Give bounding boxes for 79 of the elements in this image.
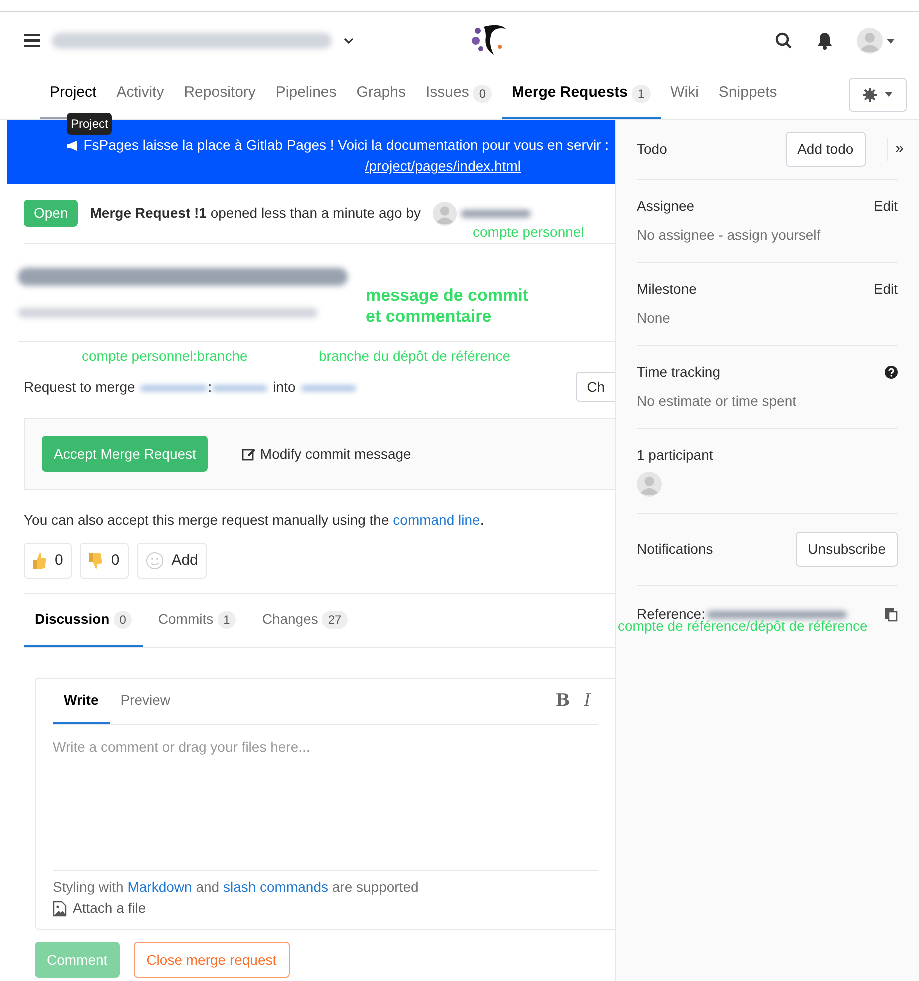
add-todo-button[interactable]: Add todo (786, 132, 866, 167)
edit-icon (242, 447, 256, 461)
tooltip: Project (67, 113, 112, 135)
caret-icon (885, 92, 893, 97)
blurred-text (141, 386, 208, 391)
copy-icon[interactable] (885, 608, 898, 622)
image-file-icon (53, 900, 67, 916)
gear-icon (863, 88, 877, 102)
nav-tab[interactable]: Snippets (708, 70, 788, 119)
unsubscribe-button[interactable]: Unsubscribe (796, 532, 898, 567)
editor-tab[interactable]: Preview (110, 679, 182, 724)
blurred-text (213, 386, 268, 391)
count-badge: 1 (218, 610, 236, 628)
nav-tab[interactable]: Pipelines (266, 70, 347, 119)
annotation: message de commit et commentaire (366, 285, 529, 328)
merge-request-meta: Merge Request !1 opened less than a minute ago by (90, 204, 421, 223)
settings-button[interactable] (849, 78, 907, 112)
award-button[interactable]: 0 (80, 543, 129, 579)
help-icon[interactable] (885, 366, 898, 379)
count-badge: 27 (322, 610, 348, 628)
merge-text: Request to merge (24, 378, 136, 397)
blurred-text (302, 386, 356, 391)
count-badge: 0 (473, 84, 492, 102)
avatar-icon (433, 202, 457, 226)
merge-text: into (273, 378, 296, 397)
status-badge: Open (24, 200, 78, 227)
attach-file-button[interactable]: Attach a file (53, 898, 146, 919)
bell-icon[interactable] (817, 32, 833, 50)
menu-icon[interactable] (24, 34, 40, 48)
edit-link[interactable]: Edit (874, 279, 898, 300)
nav-tab[interactable]: Graphs (346, 70, 416, 119)
sidebar-label: Assignee (637, 197, 695, 216)
award-button[interactable]: Add (136, 543, 208, 579)
caret-icon[interactable] (887, 38, 895, 44)
manual-merge-note: You can also accept this merge request manually using the command line. (24, 511, 486, 530)
nav-tab[interactable]: Wiki (660, 70, 709, 119)
thumbs-up-icon (33, 552, 47, 570)
help-link[interactable]: Markdown (128, 879, 192, 895)
sidebar-value: None (637, 309, 672, 328)
sidebar-label: Milestone (637, 280, 697, 299)
award-button[interactable]: 0 (24, 543, 72, 579)
thumbs-down-icon (89, 552, 104, 570)
merge-request-tab[interactable]: Discussion 0 (24, 594, 144, 647)
modify-commit-link[interactable]: Modify commit message (242, 444, 412, 464)
banner-text: FsPages laisse la place à Gitlab Pages ! Voici la documentation pour vous en servir : (84, 136, 609, 155)
count-badge: 0 (114, 610, 132, 628)
caret-icon[interactable] (344, 38, 354, 44)
edit-link[interactable]: Edit (874, 196, 898, 217)
editor-tab[interactable]: Write (53, 679, 110, 724)
help-link[interactable]: slash commands (223, 879, 328, 895)
sidebar-value: No estimate or time spent (637, 392, 798, 411)
nav-tab[interactable]: Issues 0 (416, 70, 502, 119)
annotation: compte personnel:branche (82, 348, 248, 366)
blurred-text (461, 210, 531, 218)
annotation: compte personnel (473, 224, 584, 242)
avatar-icon (857, 28, 883, 54)
avatar-icon (637, 472, 662, 497)
merge-request-tab[interactable]: Changes 27 (251, 594, 359, 647)
collapse-button[interactable]: » (886, 138, 904, 161)
smiley-icon (146, 552, 164, 570)
merge-request-tab[interactable]: Commits 1 (147, 594, 248, 647)
sidebar-value: No assignee - assign yourself (637, 226, 822, 245)
sidebar-label: Todo (637, 140, 668, 159)
sidebar-label: 1 participant (637, 446, 714, 465)
annotation: branche du dépôt de référence (319, 348, 510, 366)
format-button[interactable]: B (548, 679, 578, 724)
sidebar-label: Notifications (637, 540, 714, 559)
separator-text: : (208, 378, 212, 397)
megaphone-icon (66, 140, 80, 152)
sidebar-label: Time tracking (637, 363, 721, 382)
format-button[interactable]: I (577, 679, 598, 724)
count-badge: 1 (632, 84, 651, 102)
search-icon[interactable] (775, 32, 793, 50)
command-line-link[interactable]: command line (393, 512, 480, 528)
nav-tab[interactable]: Repository (174, 70, 266, 119)
comment-editor[interactable]: Write Preview B I Write a comment or drag your files here... Styling with Markdown and slash commands are supported Attach a file (35, 678, 615, 930)
markdown-hint: Styling with Markdown and slash commands are supported (53, 878, 420, 897)
comment-field[interactable]: Write a comment or drag your files here... (53, 725, 598, 871)
banner-link[interactable]: /project/pages/index.html (365, 156, 521, 177)
